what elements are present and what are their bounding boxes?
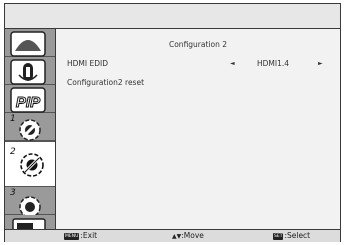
hdmi-edid-label: HDMI EDID (67, 59, 108, 68)
audio-icon (10, 59, 46, 85)
submenu-panel: Configuration 2 HDMI EDID ◄ HDMI1.4 ► Co… (56, 29, 340, 229)
submenu-title: Configuration 2 (168, 40, 228, 49)
left-arrow-icon[interactable]: ◄ (230, 60, 235, 67)
exit-hint-label: :Exit (80, 231, 98, 240)
sidebar-item-configuration1[interactable]: 1 (5, 113, 55, 141)
sidebar-item-picture[interactable] (5, 29, 55, 57)
configuration2-reset-label: Configuration2 reset (67, 78, 145, 87)
footer-exit-hint: MENU:Exit (64, 231, 97, 240)
main-menu-sidebar: PIP 1 2 3 (5, 29, 56, 229)
up-down-arrows-icon: ▲▼ (172, 233, 182, 240)
configuration1-number: 1 (10, 114, 16, 124)
set-key-icon: SET (273, 233, 284, 240)
pip-icon: PIP (10, 87, 46, 113)
configuration2-number: 2 (10, 147, 16, 157)
picture-icon (10, 31, 46, 57)
sidebar-item-advanced-option[interactable]: 3 (5, 187, 55, 215)
osd-menu-window: PIP 1 2 3 Configuration 2 HDMI EDID ◄ HD… (4, 3, 341, 242)
footer-select-hint: SET:Select (273, 231, 310, 240)
footer-move-hint: ▲▼:Move (172, 231, 204, 240)
advanced-option-number: 3 (10, 188, 16, 198)
sidebar-item-pip[interactable]: PIP (5, 85, 55, 113)
select-hint-label: :Select (284, 231, 311, 240)
pip-label: PIP (16, 94, 41, 111)
sidebar-item-configuration2[interactable]: 2 (5, 141, 55, 187)
hdmi-edid-value: HDMI1.4 (257, 59, 290, 68)
input-icon (12, 218, 46, 229)
right-arrow-icon[interactable]: ► (318, 60, 323, 67)
top-bar (5, 4, 340, 29)
footer-hint-bar: MENU:Exit ▲▼:Move SET:Select (5, 229, 340, 242)
move-hint-label: :Move (181, 231, 204, 240)
sidebar-item-input[interactable] (5, 215, 55, 229)
sidebar-item-audio[interactable] (5, 57, 55, 85)
menu-key-icon: MENU (64, 233, 80, 240)
